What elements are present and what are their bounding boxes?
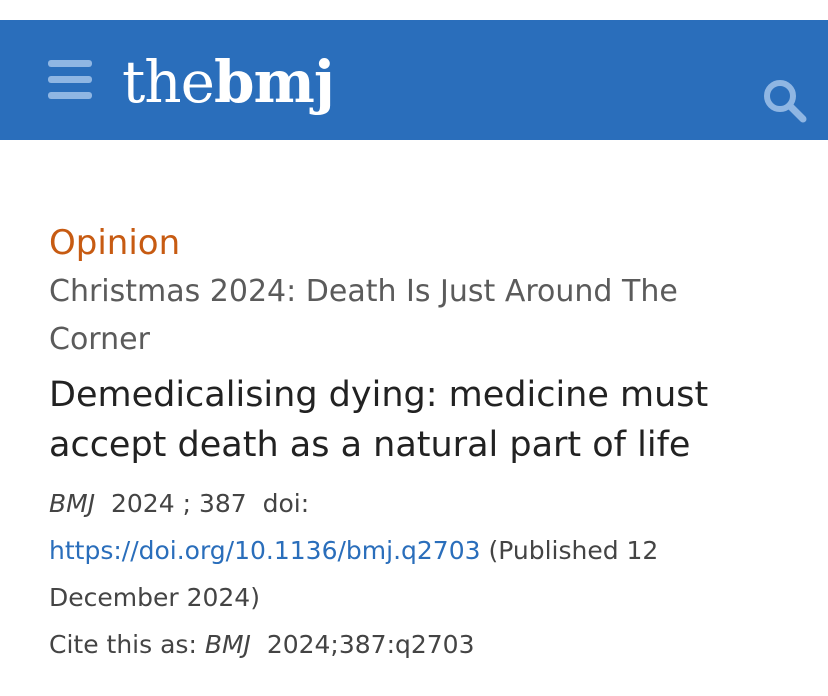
citation-meta: BMJ 2024 ; 387 doi: https://doi.org/10.1… xyxy=(49,480,769,668)
bmj-logo[interactable]: thebmj xyxy=(122,48,335,118)
hamburger-menu-icon[interactable] xyxy=(48,60,92,100)
volume-separator: ; xyxy=(174,489,199,518)
series-label[interactable]: Christmas 2024: Death Is Just Around The… xyxy=(49,268,769,364)
journal-year: 2024 xyxy=(111,489,175,518)
search-icon[interactable] xyxy=(762,78,808,124)
cite-reference: 2024;387:q2703 xyxy=(266,630,475,659)
article-header: Opinion Christmas 2024: Death Is Just Ar… xyxy=(49,218,769,668)
cite-journal: BMJ xyxy=(204,630,251,659)
doi-link[interactable]: https://doi.org/10.1136/bmj.q2703 xyxy=(49,536,481,565)
journal-volume: 387 xyxy=(198,489,247,518)
cite-label: Cite this as: xyxy=(49,630,205,659)
article-title: Demedicalising dying: medicine must acce… xyxy=(49,375,709,465)
section-label[interactable]: Opinion xyxy=(49,218,769,268)
journal-name: BMJ xyxy=(49,489,96,518)
doi-label: doi: xyxy=(262,489,310,518)
site-header: thebmj xyxy=(0,20,828,140)
